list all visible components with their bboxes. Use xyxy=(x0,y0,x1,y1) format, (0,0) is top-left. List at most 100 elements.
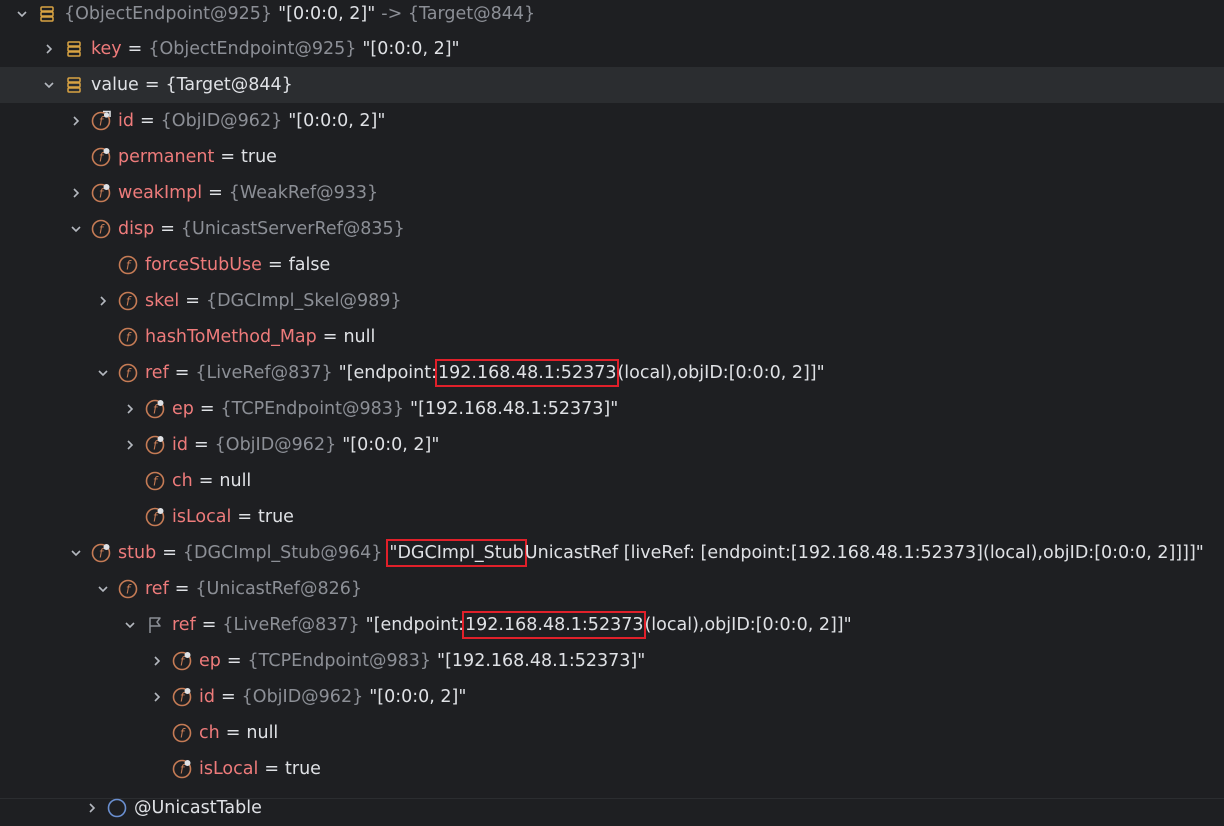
variable-name: ref xyxy=(172,615,196,635)
tree-row[interactable]: f isLocal = true xyxy=(0,751,1224,787)
tree-row[interactable]: f disp = {UnicastServerRef@835} xyxy=(0,211,1224,247)
variable-name: ep xyxy=(172,399,194,419)
variable-type: {ObjectEndpoint@925} xyxy=(64,4,273,24)
tree-row[interactable]: f ch = null xyxy=(0,463,1224,499)
final-field-icon: f xyxy=(171,650,193,672)
svg-text:f: f xyxy=(99,223,105,237)
tree-row[interactable]: f isLocal = true xyxy=(0,499,1224,535)
tree-row[interactable]: f weakImpl = {WeakRef@933} xyxy=(0,175,1224,211)
variable-name: id xyxy=(118,111,134,131)
chevron-down-icon[interactable] xyxy=(93,363,113,383)
variable-name: stub xyxy=(118,543,157,563)
variable-type: {Target@844} xyxy=(165,75,293,95)
variable-value-suffix: (local),objID:[0:0:0, 2]]" xyxy=(617,363,825,383)
variable-type: {ObjID@962} xyxy=(241,687,364,707)
svg-text:f: f xyxy=(99,115,105,129)
field-icon: f xyxy=(117,254,139,276)
svg-text:f: f xyxy=(126,259,132,273)
variable-name: forceStubUse xyxy=(145,255,262,275)
chevron-right-icon[interactable] xyxy=(66,111,86,131)
variable-value: "[0:0:0, 2]" xyxy=(369,687,467,707)
variable-type: {LiveRef@837} xyxy=(195,363,333,383)
tree-row[interactable]: f ref = {LiveRef@837} "[endpoint: 192.168.… xyxy=(0,355,1224,391)
tree-row-selected[interactable]: value = {Target@844} xyxy=(0,67,1224,103)
variable-name: id xyxy=(199,687,215,707)
final-field-icon: f xyxy=(144,506,166,528)
svg-text:f: f xyxy=(126,331,132,345)
chevron-down-icon[interactable] xyxy=(120,615,140,635)
tree-row[interactable]: f permanent = true xyxy=(0,139,1224,175)
final-field-icon: f xyxy=(171,758,193,780)
field-icon: f xyxy=(117,326,139,348)
chevron-down-icon[interactable] xyxy=(93,579,113,599)
tree-row[interactable]: f stub = {DGCImpl_Stub@964} "DGCImpl_Stub… xyxy=(0,535,1224,571)
tree-row[interactable]: @UnicastTable xyxy=(0,790,1224,826)
variable-type: {UnicastRef@826} xyxy=(195,579,362,599)
tree-row[interactable]: f id = {ObjID@962} "[0:0:0, 2]" xyxy=(0,103,1224,139)
variable-extra: -> {Target@844} xyxy=(381,4,536,24)
variable-name: ch xyxy=(199,723,220,743)
variable-name: permanent xyxy=(118,147,215,167)
debugger-variables-tree: {ObjectEndpoint@925} "[0:0:0, 2]" -> {Ta… xyxy=(0,0,1224,818)
variable-name: isLocal xyxy=(172,507,232,527)
tree-row[interactable]: f ep = {TCPEndpoint@983} "[192.168.48.1:5… xyxy=(0,391,1224,427)
variable-type: {TCPEndpoint@983} xyxy=(220,399,405,419)
field-icon: f xyxy=(90,218,112,240)
variable-value: null xyxy=(343,327,376,347)
svg-text:f: f xyxy=(126,367,132,381)
variable-type: {DGCImpl_Skel@989} xyxy=(205,291,402,311)
chevron-down-icon[interactable] xyxy=(39,75,59,95)
variable-name: weakImpl xyxy=(118,183,203,203)
chevron-right-icon[interactable] xyxy=(39,39,59,59)
variable-name: ref xyxy=(145,579,169,599)
map-entry-icon xyxy=(63,38,85,60)
tree-row[interactable]: f id = {ObjID@962} "[0:0:0, 2]" xyxy=(0,679,1224,715)
chevron-right-icon[interactable] xyxy=(93,291,113,311)
variable-type: {LiveRef@837} xyxy=(222,615,360,635)
tree-row[interactable]: {ObjectEndpoint@925} "[0:0:0, 2]" -> {Ta… xyxy=(0,0,1224,32)
tree-row[interactable]: f skel = {DGCImpl_Skel@989} xyxy=(0,283,1224,319)
variable-name: skel xyxy=(145,291,180,311)
chevron-right-icon[interactable] xyxy=(120,435,140,455)
variable-type: {ObjID@962} xyxy=(214,435,337,455)
field-icon: f xyxy=(117,362,139,384)
chevron-down-icon[interactable] xyxy=(12,4,32,24)
final-field-icon: f xyxy=(144,434,166,456)
variable-value-prefix: "[endpoint: xyxy=(365,615,465,635)
variable-name: id xyxy=(172,435,188,455)
variable-value: "[0:0:0, 2]" xyxy=(362,39,460,59)
tree-row[interactable]: f hashToMethod_Map = null xyxy=(0,319,1224,355)
tree-row[interactable]: f ref = {UnicastRef@826} xyxy=(0,571,1224,607)
variable-type: {UnicastServerRef@835} xyxy=(180,219,405,239)
variable-value: "[192.168.48.1:52373]" xyxy=(410,399,619,419)
variable-name: ep xyxy=(199,651,221,671)
map-entry-icon xyxy=(36,3,58,25)
variable-value: true xyxy=(258,507,294,527)
chevron-right-icon[interactable] xyxy=(147,651,167,671)
final-field-icon: f xyxy=(144,398,166,420)
highlighted-endpoint: 192.168.48.1:52373 xyxy=(462,611,647,639)
variable-type: {ObjID@962} xyxy=(160,111,283,131)
variable-name: value xyxy=(91,75,139,95)
variable-name: key xyxy=(91,39,122,59)
tree-row[interactable]: f forceStubUse = false xyxy=(0,247,1224,283)
chevron-down-icon[interactable] xyxy=(66,219,86,239)
variable-type: {ObjectEndpoint@925} xyxy=(148,39,357,59)
variable-type: {DGCImpl_Stub@964} xyxy=(182,543,383,563)
variable-value: "[192.168.48.1:52373]" xyxy=(437,651,646,671)
chevron-right-icon[interactable] xyxy=(66,183,86,203)
svg-text:f: f xyxy=(180,727,186,741)
tree-row[interactable]: f ch = null xyxy=(0,715,1224,751)
variable-value: true xyxy=(241,147,277,167)
chevron-down-icon[interactable] xyxy=(66,543,86,563)
variable-value: false xyxy=(288,255,331,275)
tree-row[interactable]: ref = {LiveRef@837} "[endpoint: 192.168.48… xyxy=(0,607,1224,643)
tree-row[interactable]: f ep = {TCPEndpoint@983} "[192.168.48.1:5… xyxy=(0,643,1224,679)
flag-icon xyxy=(144,614,166,636)
variable-value: true xyxy=(285,759,321,779)
chevron-right-icon[interactable] xyxy=(82,798,102,818)
tree-row[interactable]: f id = {ObjID@962} "[0:0:0, 2]" xyxy=(0,427,1224,463)
chevron-right-icon[interactable] xyxy=(147,687,167,707)
chevron-right-icon[interactable] xyxy=(120,399,140,419)
tree-row[interactable]: key = {ObjectEndpoint@925} "[0:0:0, 2]" xyxy=(0,31,1224,67)
